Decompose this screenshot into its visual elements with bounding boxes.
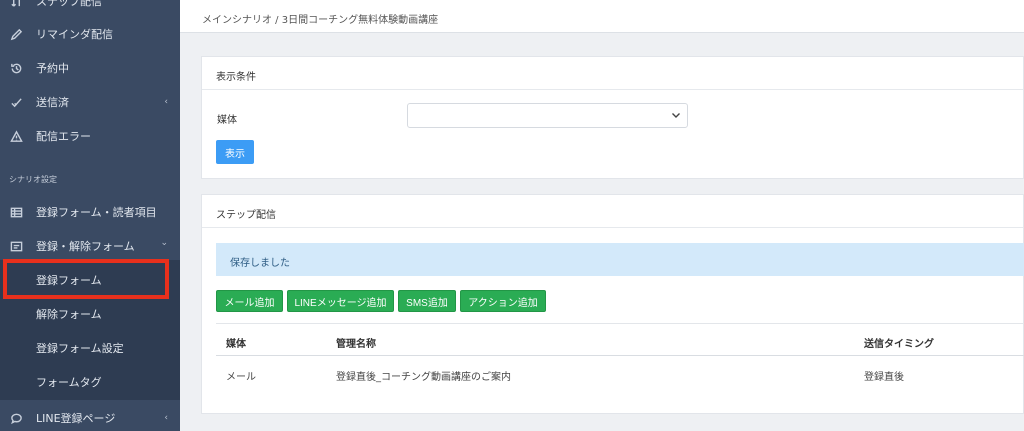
highlight-annotation	[3, 259, 169, 299]
sidebar-item-scheduled[interactable]: 予約中	[0, 51, 180, 85]
filter-card-title: 表示条件	[216, 72, 256, 83]
sidebar-item-label: 解除フォーム	[36, 308, 102, 321]
filter-card-header: 表示条件	[202, 57, 1023, 90]
add-mail-button[interactable]: メール追加	[216, 290, 283, 312]
sidebar-item-label: LINE登録ページ	[36, 412, 116, 425]
sidebar-item-label: 予約中	[36, 62, 69, 75]
sidebar-subitem-form-tag[interactable]: フォームタグ	[0, 365, 180, 399]
cell-timing: 登録直後	[864, 372, 904, 383]
column-header-timing: 送信タイミング	[864, 339, 934, 350]
cell-name[interactable]: 登録直後_コーチング動画講座のご案内	[336, 368, 511, 383]
add-action-button[interactable]: アクション追加	[460, 290, 546, 312]
sidebar-item-step-delivery[interactable]: ステップ配信	[0, 0, 180, 18]
sidebar-subitem-cancel-form[interactable]: 解除フォーム	[0, 297, 180, 331]
chevron-left-icon: ‹	[164, 413, 168, 423]
column-header-name: 管理名称	[336, 339, 376, 350]
chevron-left-icon: ‹	[164, 97, 168, 107]
cell-media: メール	[226, 372, 256, 383]
sidebar-section-label: シナリオ設定	[9, 175, 57, 184]
sidebar-item-label: 登録フォーム・読者項目	[36, 206, 157, 219]
pencil-icon	[9, 27, 23, 41]
sidebar-item-sent[interactable]: 送信済 ‹	[0, 85, 180, 119]
sidebar-item-label: リマインダ配信	[36, 28, 113, 41]
sidebar: ステップ配信 リマインダ配信 予約中 送信済 ‹ 配信エラー シナリオ設定 登録…	[0, 0, 180, 431]
history-icon	[9, 61, 23, 75]
column-header-media: 媒体	[226, 339, 246, 350]
chevron-down-icon	[672, 113, 680, 118]
table-divider	[216, 355, 1024, 356]
filter-card: 表示条件 媒体 表示	[201, 56, 1024, 179]
sidebar-item-label: 配信エラー	[36, 130, 91, 143]
sidebar-item-line-page[interactable]: LINE登録ページ ‹	[0, 401, 180, 431]
chevron-down-icon: ⌄	[160, 238, 168, 248]
table-divider	[216, 323, 1024, 324]
table-icon	[9, 205, 23, 219]
add-sms-button[interactable]: SMS追加	[398, 290, 456, 312]
step-delivery-card: ステップ配信 保存しました メール追加 LINEメッセージ追加 SMS追加 アク…	[201, 194, 1024, 414]
sidebar-item-delivery-error[interactable]: 配信エラー	[0, 119, 180, 153]
form-icon	[9, 239, 23, 253]
step-card-title: ステップ配信	[216, 210, 276, 221]
sidebar-subitem-form-settings[interactable]: 登録フォーム設定	[0, 331, 180, 365]
breadcrumb-bar: メインシナリオ / 3日間コーチング無料体験動画講座	[180, 0, 1024, 33]
sidebar-item-label: 登録・解除フォーム	[36, 240, 135, 253]
sidebar-item-label: 送信済	[36, 96, 69, 109]
sidebar-item-label: 登録フォーム設定	[36, 342, 124, 355]
saved-alert: 保存しました	[216, 243, 1024, 276]
sidebar-item-register-cancel-form[interactable]: 登録・解除フォーム ⌄	[0, 229, 180, 263]
step-card-header: ステップ配信	[202, 195, 1023, 228]
saved-alert-text: 保存しました	[230, 258, 290, 269]
sidebar-item-reminder[interactable]: リマインダ配信	[0, 17, 180, 51]
sidebar-item-form-fields[interactable]: 登録フォーム・読者項目	[0, 195, 180, 229]
breadcrumb: メインシナリオ / 3日間コーチング無料体験動画講座	[202, 15, 439, 26]
warning-icon	[9, 129, 23, 143]
step-icon	[9, 0, 23, 8]
add-line-message-button[interactable]: LINEメッセージ追加	[287, 290, 394, 312]
sidebar-item-label: フォームタグ	[36, 376, 102, 389]
chat-icon	[9, 411, 23, 425]
sidebar-item-label: ステップ配信	[36, 0, 102, 8]
show-button[interactable]: 表示	[216, 140, 254, 164]
media-label: 媒体	[217, 115, 237, 126]
media-select[interactable]	[407, 103, 688, 128]
check-icon	[9, 95, 23, 109]
